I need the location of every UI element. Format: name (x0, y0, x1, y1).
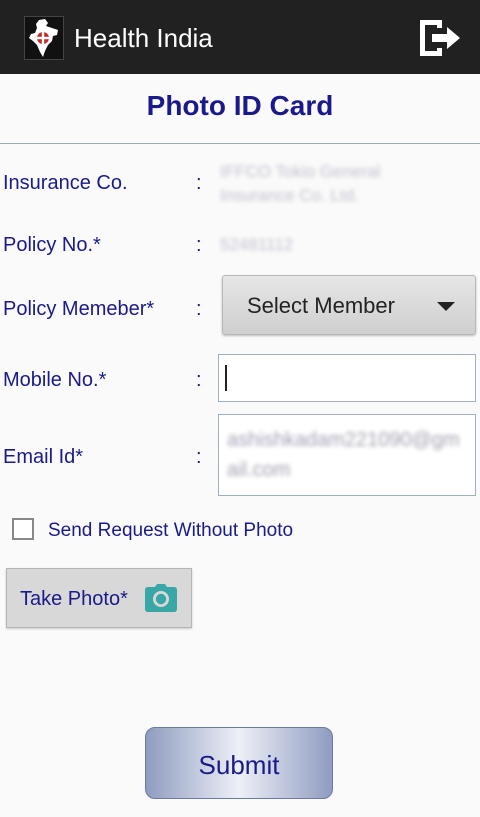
mobile-label: Mobile No.* (3, 369, 107, 391)
take-photo-button[interactable]: Take Photo* (6, 568, 192, 628)
mobile-input[interactable] (218, 354, 476, 402)
submit-button[interactable]: Submit (145, 727, 333, 799)
submit-label: Submit (198, 750, 280, 780)
email-value: ashishkadam221090@gmail.com (227, 429, 460, 481)
email-label: Email Id* (3, 446, 84, 468)
email-colon: : (196, 446, 202, 468)
india-map-logo-icon (24, 16, 64, 60)
send-without-photo-label[interactable]: Send Request Without Photo (48, 520, 293, 542)
insurance-colon: : (196, 172, 202, 194)
camera-icon (145, 584, 177, 612)
insurance-value: IFFCO Tokio General Insurance Co. Ltd. (220, 162, 381, 205)
policy-no-value: 52481112 (220, 235, 294, 254)
app-bar: Health India (0, 0, 480, 74)
policy-no-label: Policy No.* (3, 234, 101, 256)
take-photo-label: Take Photo* (20, 588, 128, 610)
mobile-colon: : (196, 369, 202, 391)
title-divider (0, 143, 480, 144)
text-cursor (225, 365, 227, 391)
policy-member-label: Policy Memeber* (3, 298, 155, 320)
email-input[interactable]: ashishkadam221090@gmail.com (218, 414, 476, 496)
app-title: Health India (74, 23, 213, 53)
chevron-down-icon (437, 302, 455, 311)
send-without-photo-checkbox[interactable] (12, 518, 34, 540)
logout-icon (420, 20, 460, 56)
policy-member-select[interactable]: Select Member (222, 275, 476, 335)
policy-member-colon: : (196, 298, 202, 320)
policy-member-selected: Select Member (247, 293, 395, 318)
policy-no-colon: : (196, 234, 202, 256)
insurance-label: Insurance Co. (3, 172, 128, 194)
logout-button[interactable] (416, 14, 464, 62)
page-title: Photo ID Card (146, 90, 334, 121)
